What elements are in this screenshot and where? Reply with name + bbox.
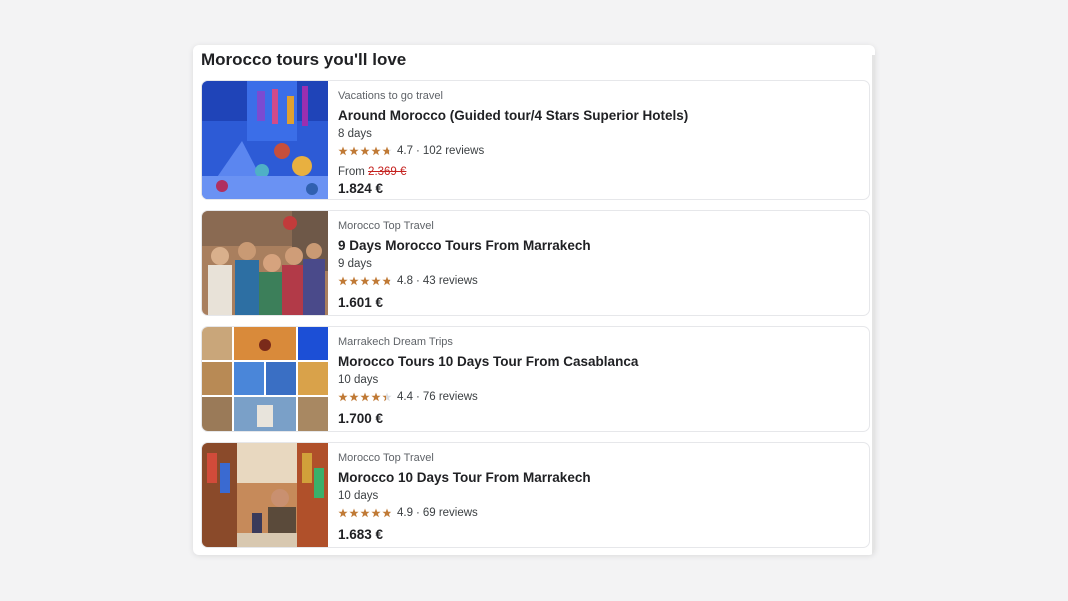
- star-icon: [382, 276, 392, 286]
- star-icon: [360, 392, 370, 402]
- star-rating: [338, 392, 392, 402]
- market-street-photo-icon: [202, 443, 328, 547]
- provider-name: Morocco Top Travel: [338, 452, 434, 464]
- blue-street-photo-icon: [202, 81, 328, 199]
- rating-line: 4.4 · 76 reviews: [338, 390, 861, 404]
- price: 1.683 €: [338, 527, 384, 542]
- tour-title[interactable]: Around Morocco (Guided tour/4 Stars Supe…: [338, 108, 861, 124]
- star-icon: [338, 508, 348, 518]
- rating-line: 4.7 · 102 reviews: [338, 144, 861, 158]
- tour-duration: 9 days: [338, 258, 372, 270]
- star-icon: [360, 146, 370, 156]
- star-icon: [360, 276, 370, 286]
- section-title: Morocco tours you'll love: [201, 50, 407, 69]
- star-rating: [338, 508, 392, 518]
- star-icon: [371, 392, 381, 402]
- provider-name: Morocco Top Travel: [338, 220, 434, 232]
- star-icon: [338, 392, 348, 402]
- star-rating: [338, 276, 392, 286]
- rating-value: 4.7: [397, 145, 413, 157]
- star-icon: [338, 276, 348, 286]
- review-count[interactable]: 69 reviews: [423, 506, 478, 520]
- separator: ·: [416, 275, 420, 287]
- tour-thumbnail[interactable]: [202, 81, 328, 199]
- from-line: From 2.369 €: [338, 165, 861, 179]
- tour-duration: 10 days: [338, 374, 379, 386]
- price: 1.601 €: [338, 295, 384, 310]
- separator: ·: [416, 507, 420, 519]
- star-icon: [349, 392, 359, 402]
- star-icon: [382, 392, 392, 402]
- rating-line: 4.8 · 43 reviews: [338, 274, 861, 288]
- review-count[interactable]: 76 reviews: [423, 390, 478, 404]
- scrollbar[interactable]: [872, 55, 875, 555]
- price: 1.824 €: [338, 181, 384, 196]
- rating-value: 4.9: [397, 507, 413, 519]
- star-icon: [382, 508, 392, 518]
- star-icon: [371, 508, 381, 518]
- tour-card[interactable]: Vacations to go travel Around Morocco (G…: [201, 80, 870, 200]
- star-icon: [349, 508, 359, 518]
- star-icon: [338, 146, 348, 156]
- tour-title[interactable]: Morocco 10 Days Tour From Marrakech: [338, 470, 861, 486]
- star-icon: [349, 276, 359, 286]
- review-count[interactable]: 43 reviews: [423, 274, 478, 288]
- tour-duration: 10 days: [338, 490, 379, 502]
- collage-photo-icon: [202, 327, 328, 431]
- from-label: From: [338, 166, 365, 178]
- provider-name: Vacations to go travel: [338, 90, 443, 102]
- separator: ·: [416, 145, 420, 157]
- tour-title[interactable]: 9 Days Morocco Tours From Marrakech: [338, 238, 861, 254]
- rating-line: 4.9 · 69 reviews: [338, 506, 861, 520]
- star-icon: [382, 146, 392, 156]
- tour-card[interactable]: Morocco Top Travel Morocco 10 Days Tour …: [201, 442, 870, 548]
- star-icon: [371, 276, 381, 286]
- star-icon: [349, 146, 359, 156]
- review-count[interactable]: 102 reviews: [423, 144, 484, 158]
- tours-panel: Morocco tours you'll love Vacations to g…: [193, 45, 875, 555]
- tour-card[interactable]: Morocco Top Travel 9 Days Morocco Tours …: [201, 210, 870, 316]
- children-group-photo-icon: [202, 211, 328, 315]
- star-rating: [338, 146, 392, 156]
- tour-card[interactable]: Marrakech Dream Trips Morocco Tours 10 D…: [201, 326, 870, 432]
- separator: ·: [416, 391, 420, 403]
- rating-value: 4.8: [397, 275, 413, 287]
- tour-thumbnail[interactable]: [202, 211, 328, 315]
- provider-name: Marrakech Dream Trips: [338, 336, 453, 348]
- old-price: 2.369 €: [368, 166, 407, 178]
- tour-title[interactable]: Morocco Tours 10 Days Tour From Casablan…: [338, 354, 861, 370]
- star-icon: [371, 146, 381, 156]
- tour-thumbnail[interactable]: [202, 443, 328, 547]
- rating-value: 4.4: [397, 391, 413, 403]
- price: 1.700 €: [338, 411, 384, 426]
- tour-thumbnail[interactable]: [202, 327, 328, 431]
- tour-duration: 8 days: [338, 128, 372, 140]
- star-icon: [360, 508, 370, 518]
